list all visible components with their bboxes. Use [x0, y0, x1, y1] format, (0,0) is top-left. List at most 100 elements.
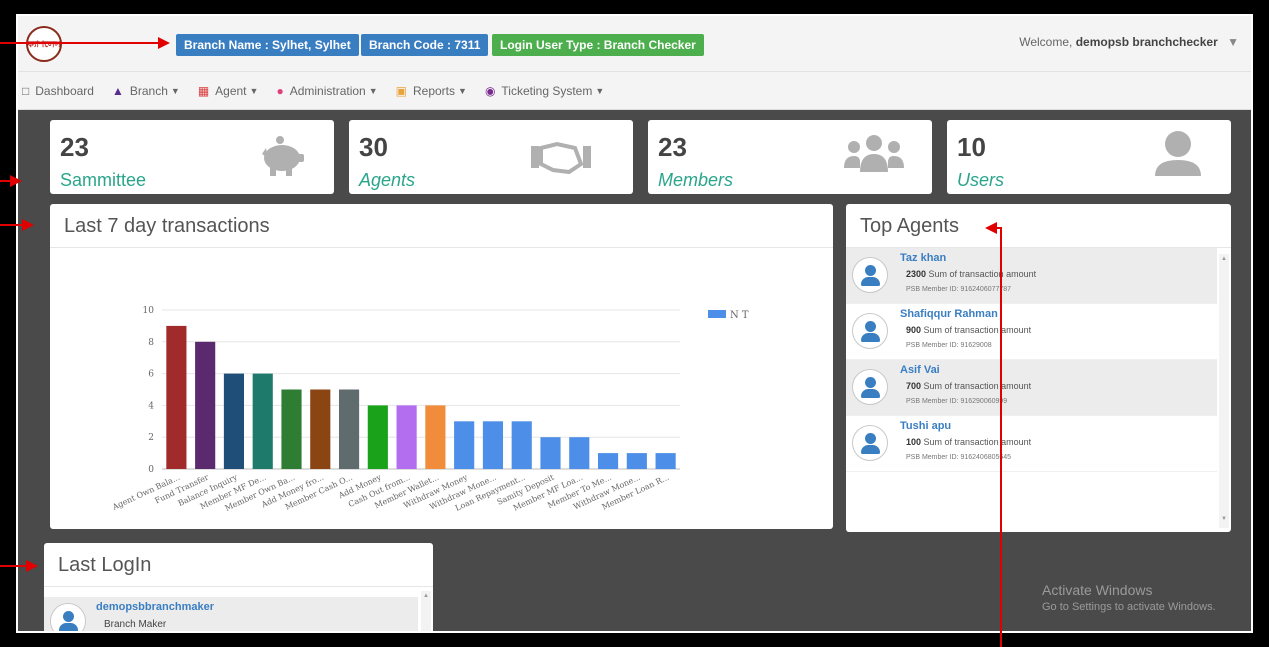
chart-bar — [655, 453, 676, 469]
member-id: PSB Member ID: 9162406077787 — [906, 286, 1012, 293]
amount-value: 900 — [906, 325, 922, 335]
agent-name[interactable]: Shafiqqur Rahman — [900, 308, 998, 320]
stat-value: 30 — [359, 132, 388, 162]
top-agents-panel: Top Agents Taz khan 2300 Sum of transact… — [846, 204, 1231, 532]
chevron-down-icon: ▼ — [1227, 35, 1239, 49]
amount-suffix: Sum of transaction amount — [928, 269, 1037, 279]
transactions-bar-chart: 0246810Agent Own Bala...Fund TransferBal… — [110, 306, 749, 513]
handshake-icon — [531, 141, 591, 175]
branch-name-badge: Branch Name : Sylhet, Sylhet — [176, 34, 359, 56]
login-username[interactable]: demopsbbranchmaker — [96, 601, 214, 613]
scrollbar[interactable]: ▲ — [421, 591, 431, 631]
amount-suffix: Sum of transaction amount — [923, 437, 1032, 447]
last-login-panel: Last LogIn demopsbbranchmaker Branch Mak… — [44, 543, 433, 631]
transactions-title: Last 7 day transactions — [50, 204, 833, 248]
ticket-icon: ◉ — [484, 83, 496, 98]
agent-name[interactable]: Tushi apu — [900, 420, 951, 432]
list-item[interactable]: Tushi apu 100 Sum of transaction amount … — [846, 416, 1217, 472]
chart-bar — [166, 325, 187, 469]
agent-amount: 900 Sum of transaction amount — [906, 325, 1031, 335]
y-tick-label: 10 — [143, 306, 155, 316]
nav-agent[interactable]: ▦ Agent ▼ — [198, 84, 259, 98]
member-id: PSB Member ID: 916290060999 — [906, 398, 1008, 405]
stat-card-members[interactable]: 23 Members — [648, 120, 932, 194]
list-item[interactable]: demopsbbranchmaker Branch Maker — [44, 597, 418, 631]
screenshot-frame: ক্যাশলেস Branch Name : Sylhet, Sylhet Br… — [0, 0, 1269, 647]
amount-suffix: Sum of transaction amount — [923, 325, 1032, 335]
chart-bar — [540, 437, 561, 469]
top-agents-title: Top Agents — [846, 204, 1231, 248]
branch-code-badge: Branch Code : 7311 — [361, 34, 489, 56]
nav-dashboard[interactable]: □ Dashboard — [22, 84, 94, 98]
annotation-arrowhead — [22, 219, 34, 231]
list-item[interactable]: Shafiqqur Rahman 900 Sum of transaction … — [846, 304, 1217, 360]
logo-text: ক্যাশলেস — [27, 37, 60, 52]
nav-ticketing[interactable]: ◉ Ticketing System ▼ — [485, 84, 604, 98]
legend-label: N T — [730, 310, 749, 321]
y-tick-label: 0 — [148, 465, 154, 475]
chart-bar — [223, 373, 245, 469]
stat-value: 23 — [658, 132, 687, 162]
chevron-down-icon: ▼ — [458, 85, 467, 96]
annotation-arrowhead — [158, 37, 170, 49]
amount-suffix: Sum of transaction amount — [923, 381, 1032, 391]
agent-name[interactable]: Taz khan — [900, 252, 946, 264]
chart-bar — [281, 389, 302, 469]
nav-label: Administration — [289, 83, 366, 98]
stat-label: Agents — [359, 170, 416, 190]
piggy-bank-icon — [262, 136, 304, 176]
nav-reports[interactable]: ▣ Reports ▼ — [396, 84, 467, 98]
users-icon — [844, 135, 904, 172]
app-logo[interactable]: ক্যাশলেস — [26, 26, 62, 62]
scroll-down-icon[interactable]: ▼ — [1221, 516, 1227, 522]
stat-label: Members — [658, 170, 734, 190]
top-agents-list: Taz khan 2300 Sum of transaction amount … — [846, 248, 1217, 532]
chart-bar — [252, 373, 273, 469]
user-type-badge: Login User Type : Branch Checker — [492, 34, 704, 56]
user-icon: ● — [276, 83, 284, 98]
windows-activation-watermark: Activate Windows Go to Settings to activ… — [1042, 582, 1216, 613]
nav-label: Agent — [215, 83, 247, 98]
amount-value: 2300 — [906, 269, 927, 279]
chart-bar — [454, 421, 475, 469]
login-role: Branch Maker — [104, 619, 167, 630]
report-icon: ▣ — [395, 83, 407, 98]
list-item[interactable]: Asif Vai 700 Sum of transaction amount P… — [846, 360, 1217, 416]
welcome-user-menu[interactable]: Welcome, demopsb branchchecker ▼ — [1019, 35, 1239, 49]
main-nav: □ Dashboard ▲ Branch ▼ ▦ Agent ▼ ● Admin… — [18, 72, 1251, 110]
stat-value: 10 — [957, 132, 986, 162]
nav-label: Reports — [412, 83, 456, 98]
stat-label: Sammittee — [60, 170, 147, 190]
avatar — [852, 425, 888, 461]
avatar — [50, 603, 86, 631]
stat-card-agents[interactable]: 30 Agents — [349, 120, 633, 194]
nav-branch[interactable]: ▲ Branch ▼ — [112, 84, 180, 98]
scrollbar[interactable]: ▲ ▼ — [1219, 254, 1229, 528]
member-id: PSB Member ID: 9162406805645 — [906, 454, 1012, 461]
scroll-up-icon[interactable]: ▲ — [423, 593, 429, 599]
nav-administration[interactable]: ● Administration ▼ — [276, 84, 377, 98]
y-tick-label: 6 — [148, 370, 154, 380]
list-item[interactable]: Taz khan 2300 Sum of transaction amount … — [846, 248, 1217, 304]
user-icon — [1155, 131, 1201, 176]
stat-card-sammittee[interactable]: 23 Sammittee — [50, 120, 334, 194]
stat-card-users[interactable]: 10 Users — [947, 120, 1231, 194]
app-window: ক্যাশলেস Branch Name : Sylhet, Sylhet Br… — [16, 14, 1253, 633]
cart-icon: ▦ — [197, 83, 210, 98]
y-tick-label: 8 — [148, 338, 154, 348]
annotation-line — [1000, 227, 1002, 647]
chevron-down-icon: ▼ — [595, 85, 605, 96]
chart-bar — [367, 405, 388, 469]
member-id: PSB Member ID: 91629008 — [906, 342, 992, 349]
chart-bar — [597, 453, 619, 469]
welcome-username: demopsb branchchecker — [1075, 35, 1218, 49]
agent-name[interactable]: Asif Vai — [900, 364, 940, 376]
agent-amount: 2300 Sum of transaction amount — [906, 269, 1036, 279]
watermark-title: Activate Windows — [1042, 582, 1153, 598]
chevron-down-icon: ▼ — [368, 85, 378, 96]
agent-amount: 100 Sum of transaction amount — [906, 437, 1031, 447]
amount-value: 700 — [906, 381, 922, 391]
scroll-up-icon[interactable]: ▲ — [1221, 256, 1227, 262]
chart-bar — [195, 341, 216, 469]
annotation-arrowhead — [26, 560, 38, 572]
